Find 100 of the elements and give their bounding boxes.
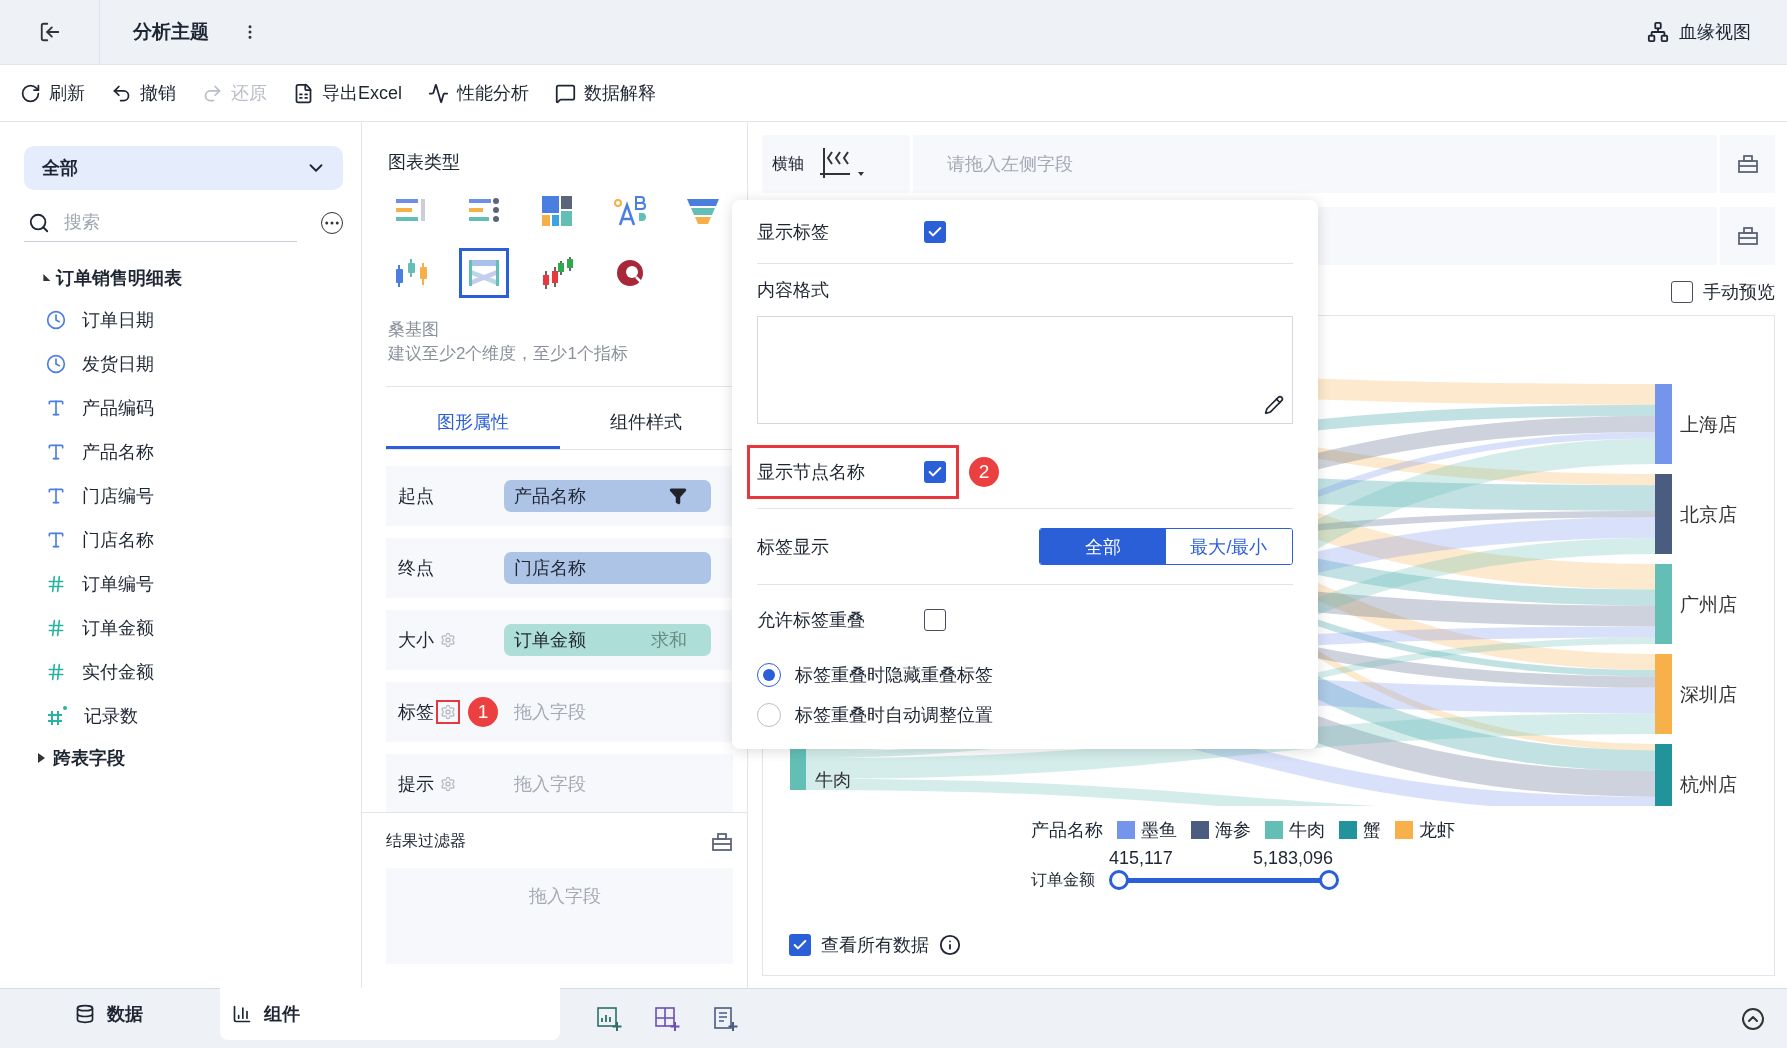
range-max: 5,183,096 — [1252, 848, 1333, 869]
briefcase-icon[interactable] — [711, 831, 733, 852]
search-icon — [28, 212, 50, 234]
clock-icon — [46, 354, 66, 374]
field-item[interactable]: 发货日期 — [82, 352, 154, 376]
field-item[interactable]: 记录数 — [84, 704, 138, 728]
field-item[interactable]: 产品编码 — [82, 396, 154, 420]
table-node[interactable]: 订单销售明细表 — [24, 258, 343, 298]
option-label: 显示标签 — [757, 220, 830, 244]
range-min: 415,117 — [1109, 848, 1173, 869]
toolbar-button[interactable]: 导出Excel — [293, 81, 402, 105]
radio-label: 标签重叠时自动调整位置 — [795, 704, 993, 727]
field-pill[interactable]: 产品名称 — [504, 480, 711, 512]
drop-hint: 拖入字段 — [514, 773, 586, 796]
text-type-icon — [46, 442, 66, 462]
field-name: 门店名称 — [514, 557, 586, 580]
checkbox[interactable] — [924, 461, 946, 483]
segment-option[interactable]: 全部 — [1040, 529, 1166, 564]
field-name: 订单金额 — [514, 629, 586, 652]
legend-title: 产品名称 — [1031, 819, 1103, 842]
field-item[interactable]: 订单日期 — [82, 308, 154, 332]
drop-hint: 请拖入左侧字段 — [947, 153, 1073, 176]
format-field[interactable] — [757, 316, 1293, 424]
slot-label: 起点 — [398, 485, 434, 508]
drop-hint: 拖入字段 — [514, 701, 586, 724]
chart-type-hint: 建议至少2个维度，至少1个指标 — [388, 343, 629, 365]
database-icon — [75, 1004, 95, 1024]
property-tab[interactable]: 图形属性 — [386, 397, 560, 449]
checkbox[interactable] — [924, 609, 946, 631]
slot-label: 提示 — [398, 773, 434, 796]
hash-icon — [46, 574, 66, 594]
settings-icon[interactable] — [436, 700, 460, 724]
toolbar-button[interactable]: 性能分析 — [428, 81, 529, 105]
legend-label: 墨鱼 — [1141, 819, 1177, 842]
briefcase-icon[interactable] — [1736, 154, 1759, 174]
text-type-icon — [46, 486, 66, 506]
bottom-tab[interactable]: 组件 — [220, 988, 560, 1040]
field-name: 产品名称 — [514, 485, 586, 508]
slot-label: 标签 — [398, 701, 434, 724]
toolbar-button[interactable]: 刷新 — [20, 81, 85, 105]
refresh-icon — [20, 82, 41, 104]
checkbox-label: 查看所有数据 — [821, 934, 929, 957]
range-slider[interactable] — [1109, 869, 1339, 891]
toolbar-button[interactable]: 撤销 — [111, 81, 176, 105]
node-label: 北京店 — [1680, 504, 1737, 525]
bar-chart-icon — [232, 1004, 252, 1024]
hash-icon — [46, 618, 66, 638]
drop-hint: 拖入字段 — [528, 885, 601, 908]
checkbox[interactable] — [1671, 281, 1693, 303]
node-label: 牛肉 — [815, 770, 851, 790]
table-node[interactable]: 跨表字段 — [24, 738, 343, 778]
radio-label: 标签重叠时隐藏重叠标签 — [795, 664, 993, 687]
step-badge: 1 — [468, 697, 498, 727]
option-label: 内容格式 — [757, 279, 830, 302]
chart-type-name: 桑基图 — [388, 319, 440, 341]
slot-label: 大小 — [398, 629, 434, 652]
checkbox-label: 手动预览 — [1703, 281, 1775, 304]
text-type-icon — [46, 398, 66, 418]
field-item[interactable]: 订单金额 — [82, 616, 154, 640]
chart-type-button[interactable] — [459, 248, 509, 298]
legend-label: 海参 — [1215, 819, 1251, 842]
field-pill[interactable]: 订单金额 求和 — [504, 624, 711, 656]
legend-label: 龙虾 — [1419, 819, 1455, 842]
lineage-view-button[interactable]: 血缘视图 — [1641, 19, 1757, 45]
checkbox[interactable] — [924, 220, 946, 243]
message-icon — [555, 82, 576, 104]
hash-icon — [46, 705, 68, 727]
pulse-icon — [428, 82, 449, 104]
legend-label: 蟹 — [1363, 819, 1381, 842]
checkbox[interactable] — [789, 934, 811, 956]
axis-label: 横轴 — [772, 153, 804, 174]
field-pill[interactable]: 门店名称 — [504, 552, 711, 584]
section-title: 结果过滤器 — [386, 831, 466, 851]
bottom-tab[interactable]: 数据 — [0, 988, 220, 1040]
clock-icon — [46, 310, 66, 330]
dataset-dropdown[interactable]: 全部 — [24, 146, 343, 190]
field-item[interactable]: 实付金额 — [82, 660, 154, 684]
node-label: 上海店 — [1680, 414, 1737, 435]
briefcase-icon[interactable] — [1736, 226, 1759, 246]
aggregation-label: 求和 — [651, 629, 687, 652]
info-icon[interactable] — [939, 934, 961, 956]
option-label: 标签显示 — [757, 535, 830, 559]
node-label: 深圳店 — [1680, 684, 1737, 705]
field-item[interactable]: 产品名称 — [82, 440, 154, 464]
node-label: 广州店 — [1680, 594, 1737, 615]
toolbar-button[interactable]: 数据解释 — [555, 81, 656, 105]
node-label: 杭州店 — [1680, 774, 1737, 795]
legend-label: 牛肉 — [1289, 819, 1325, 842]
treemap-icon — [539, 193, 575, 229]
topic-title: 分析主题 — [133, 20, 209, 44]
pencil-icon[interactable] — [1264, 395, 1284, 415]
slot-label: 终点 — [398, 557, 434, 580]
spreadsheet-icon — [293, 82, 314, 104]
search-field[interactable]: 搜索 — [24, 204, 297, 242]
field-item[interactable]: 订单编号 — [82, 572, 154, 596]
option-label: 显示节点名称 — [757, 461, 866, 484]
property-tab[interactable]: 组件样式 — [559, 397, 733, 449]
field-item[interactable]: 门店名称 — [82, 528, 154, 552]
option-label: 允许标签重叠 — [757, 609, 866, 632]
field-item[interactable]: 门店编号 — [82, 484, 154, 508]
